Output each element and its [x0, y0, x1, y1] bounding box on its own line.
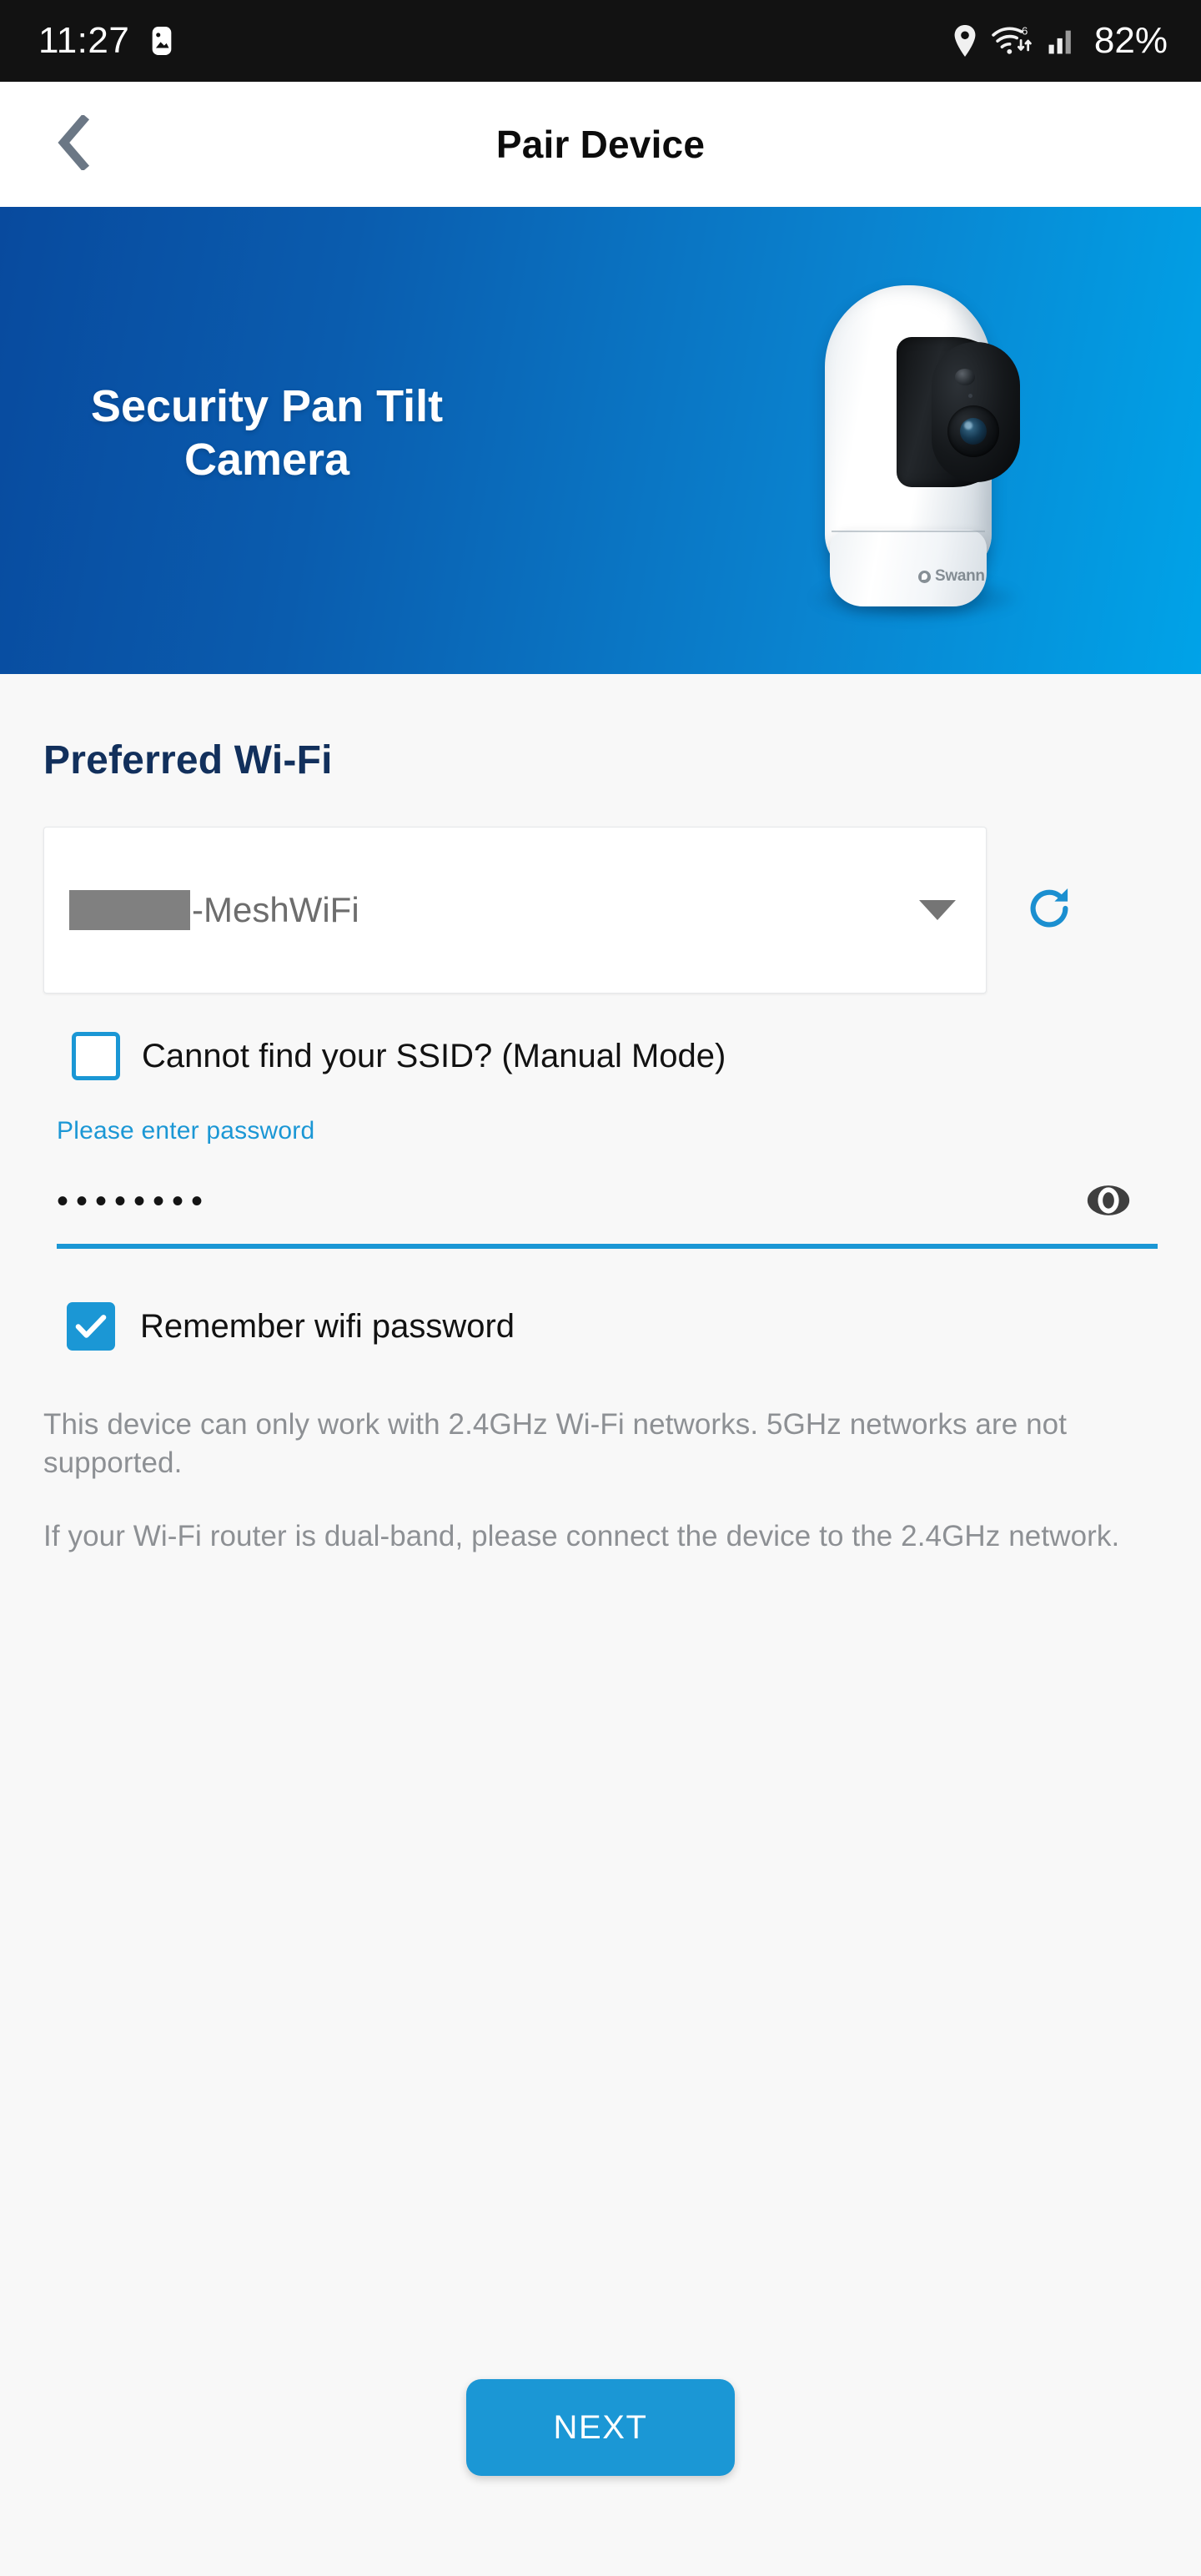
password-input[interactable]: •••••••• — [57, 1185, 210, 1230]
camera-base-seam — [832, 531, 985, 532]
password-field[interactable]: •••••••• — [57, 1170, 1158, 1249]
back-button[interactable] — [38, 109, 108, 179]
image-icon — [148, 25, 176, 57]
password-block: Please enter password •••••••• — [43, 1117, 1158, 1249]
ssid-select[interactable]: -MeshWiFi — [43, 827, 987, 994]
manual-mode-label: Cannot find your SSID? (Manual Mode) — [142, 1037, 726, 1074]
cellular-signal-icon — [1048, 27, 1076, 55]
status-bar: 11:27 6 82% — [0, 0, 1201, 82]
ssid-value: -MeshWiFi — [69, 890, 919, 930]
ssid-suffix: -MeshWiFi — [192, 890, 359, 929]
next-button[interactable]: NEXT — [466, 2379, 735, 2476]
manual-mode-checkbox[interactable] — [72, 1032, 120, 1080]
remember-password-label: Remember wifi password — [140, 1307, 515, 1345]
refresh-icon — [1023, 883, 1075, 938]
location-pin-icon — [952, 25, 977, 57]
ssid-row: -MeshWiFi — [43, 827, 1158, 994]
camera-brand-logo: Swann — [918, 567, 985, 586]
note-2ghz-only: This device can only work with 2.4GHz Wi… — [43, 1408, 1068, 1480]
note-dual-band: If your Wi-Fi router is dual-band, pleas… — [43, 1520, 1120, 1553]
status-bar-right: 6 82% — [952, 20, 1168, 62]
remember-password-checkbox-row[interactable]: Remember wifi password — [43, 1302, 1158, 1351]
hero-title: Security Pan Tilt Camera — [0, 380, 534, 486]
chevron-left-icon — [55, 113, 92, 174]
swann-logo-icon — [918, 570, 931, 583]
status-bar-left: 11:27 — [38, 20, 176, 62]
camera-product-image: Swann — [805, 245, 1030, 646]
camera-lens-inner — [960, 418, 987, 445]
wifi-6-icon: 6 — [991, 24, 1034, 58]
pair-device-screen: 11:27 6 82% Pair Device Security Pan Til… — [0, 0, 1201, 2576]
camera-pir-sensor — [955, 369, 975, 385]
app-bar: Pair Device — [0, 82, 1201, 207]
main-content: Preferred Wi-Fi -MeshWiFi Cannot find yo… — [0, 737, 1201, 1557]
remember-password-checkbox[interactable] — [67, 1302, 115, 1351]
toggle-password-visibility-button[interactable] — [1071, 1171, 1146, 1233]
hero-title-line-2: Camera — [183, 434, 350, 485]
section-title-preferred-wifi: Preferred Wi-Fi — [43, 738, 333, 782]
manual-mode-checkbox-row[interactable]: Cannot find your SSID? (Manual Mode) — [43, 1032, 1158, 1080]
camera-brand-text: Swann — [935, 567, 985, 585]
refresh-networks-button[interactable] — [987, 827, 1112, 994]
hero-banner: Security Pan Tilt Camera Swann — [0, 207, 1201, 674]
helper-notes: This device can only work with 2.4GHz Wi… — [43, 1406, 1158, 1557]
camera-lens-glint — [964, 421, 972, 430]
ssid-redaction-block — [69, 890, 190, 930]
battery-percentage: 82% — [1093, 20, 1168, 61]
page-title: Pair Device — [495, 123, 706, 166]
chevron-down-icon — [919, 900, 956, 920]
footer-action-bar: NEXT — [0, 2379, 1201, 2476]
camera-microphone — [968, 394, 972, 398]
hero-title-line-1: Security Pan Tilt — [90, 381, 444, 431]
svg-text:6: 6 — [1022, 25, 1028, 38]
eye-icon — [1084, 1184, 1133, 1221]
status-time: 11:27 — [38, 20, 130, 61]
password-field-label: Please enter password — [57, 1117, 315, 1145]
